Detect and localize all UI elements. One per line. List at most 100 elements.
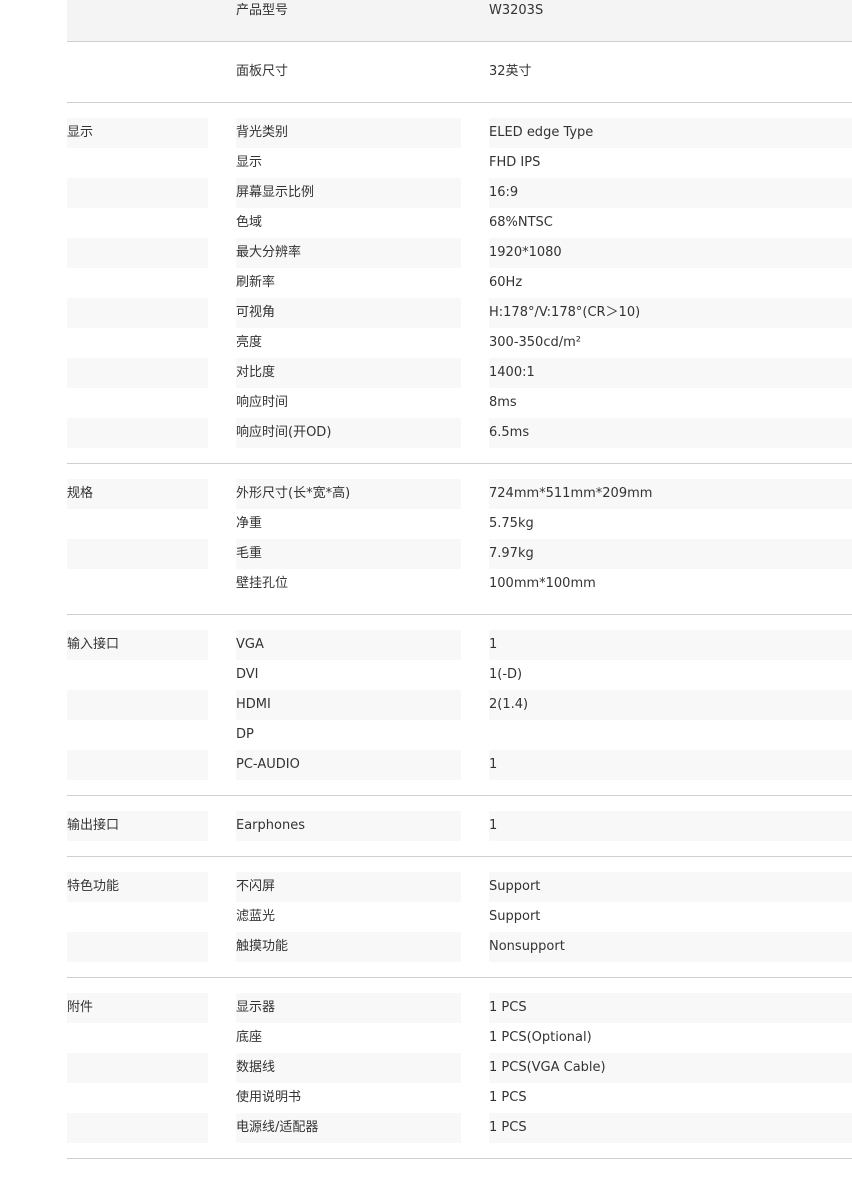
spec-row: 响应时间(开OD) 6.5ms <box>67 418 852 448</box>
spec-category: 显示 <box>67 118 208 148</box>
spec-name: 对比度 <box>236 358 461 388</box>
spec-value: 2(1.4) <box>489 690 852 720</box>
spec-row: 亮度 300-350cd/m² <box>67 328 852 358</box>
spec-value: 724mm*511mm*209mm <box>489 479 852 509</box>
spec-value: 7.97kg <box>489 539 852 569</box>
spec-row: 附件 显示器 1 PCS <box>67 993 852 1023</box>
spec-section: 产品型号 W3203S <box>67 0 852 42</box>
spec-section: 附件 显示器 1 PCS 底座 1 PCS(Optional) 数据线 1 PCS(VGA … <box>67 978 852 1159</box>
spec-value: Nonsupport <box>489 932 852 962</box>
spec-row: 屏幕显示比例 16:9 <box>67 178 852 208</box>
spec-value: 16:9 <box>489 178 852 208</box>
spec-row: DP <box>67 720 852 750</box>
spec-row: 滤蓝光 Support <box>67 902 852 932</box>
spec-row: 产品型号 W3203S <box>67 0 852 26</box>
spec-row: 面板尺寸 32英寸 <box>67 57 852 87</box>
spec-row: 壁挂孔位 100mm*100mm <box>67 569 852 599</box>
spec-row: 毛重 7.97kg <box>67 539 852 569</box>
spec-row: 净重 5.75kg <box>67 509 852 539</box>
spec-name: 显示器 <box>236 993 461 1023</box>
spec-category <box>67 932 208 962</box>
spec-category <box>67 1053 208 1083</box>
spec-name: DVI <box>236 667 259 682</box>
spec-category <box>67 720 208 750</box>
spec-name: 面板尺寸 <box>236 64 289 79</box>
spec-value: 1400:1 <box>489 358 852 388</box>
spec-value: 300-350cd/m² <box>489 335 581 350</box>
spec-category <box>67 660 208 690</box>
spec-value: 1 <box>489 811 852 841</box>
spec-row: 特色功能 不闪屏 Support <box>67 872 852 902</box>
spec-category <box>67 238 208 268</box>
spec-category <box>67 902 208 932</box>
spec-value: 1 PCS <box>489 1090 527 1105</box>
spec-row: 输入接口 VGA 1 <box>67 630 852 660</box>
spec-value <box>489 720 852 750</box>
spec-value: 1 PCS(VGA Cable) <box>489 1053 852 1083</box>
spec-category <box>67 569 208 599</box>
spec-row: 显示 背光类别 ELED edge Type <box>67 118 852 148</box>
spec-row: DVI 1(-D) <box>67 660 852 690</box>
spec-value: Support <box>489 872 852 902</box>
spec-name: DP <box>236 727 254 742</box>
spec-category <box>67 1083 208 1113</box>
spec-name: 响应时间(开OD) <box>236 418 461 448</box>
spec-name: 触摸功能 <box>236 932 461 962</box>
spec-category <box>67 358 208 388</box>
spec-name: 色域 <box>236 215 263 230</box>
spec-name: 壁挂孔位 <box>236 576 289 591</box>
spec-row: 对比度 1400:1 <box>67 358 852 388</box>
spec-row: PC-AUDIO 1 <box>67 750 852 780</box>
spec-name: 屏幕显示比例 <box>236 178 461 208</box>
spec-row: 色域 68%NTSC <box>67 208 852 238</box>
spec-name: HDMI <box>236 690 461 720</box>
spec-category <box>67 268 208 298</box>
spec-table: 产品型号 W3203S 面板尺寸 32英寸 显示 背光类别 ELED edge Type 显示… <box>67 0 852 1159</box>
spec-category: 附件 <box>67 993 208 1023</box>
spec-name: 数据线 <box>236 1053 461 1083</box>
spec-value: 32英寸 <box>489 64 532 79</box>
spec-row: HDMI 2(1.4) <box>67 690 852 720</box>
spec-name: 刷新率 <box>236 275 276 290</box>
spec-row: 规格 外形尺寸(长*宽*高) 724mm*511mm*209mm <box>67 479 852 509</box>
spec-name: 背光类别 <box>236 118 461 148</box>
spec-section: 规格 外形尺寸(长*宽*高) 724mm*511mm*209mm 净重 5.75kg 毛重… <box>67 464 852 615</box>
spec-name: PC-AUDIO <box>236 750 461 780</box>
spec-category <box>67 1023 208 1053</box>
spec-value: 68%NTSC <box>489 215 553 230</box>
spec-category <box>67 539 208 569</box>
spec-category <box>67 328 208 358</box>
spec-category <box>67 148 208 178</box>
spec-category: 输出接口 <box>67 811 208 841</box>
spec-name: 可视角 <box>236 298 461 328</box>
spec-category <box>67 0 208 26</box>
spec-name: 电源线/适配器 <box>236 1113 461 1143</box>
spec-section: 输入接口 VGA 1 DVI 1(-D) HDMI 2(1.4) DP PC-AUDIO 1 <box>67 615 852 796</box>
spec-name: 显示 <box>236 155 263 170</box>
spec-value: 1 PCS <box>489 1113 852 1143</box>
spec-row: 响应时间 8ms <box>67 388 852 418</box>
spec-name: 使用说明书 <box>236 1090 302 1105</box>
spec-value: 6.5ms <box>489 418 852 448</box>
spec-name: 亮度 <box>236 335 263 350</box>
spec-category <box>67 418 208 448</box>
spec-name: 毛重 <box>236 539 461 569</box>
spec-value: FHD IPS <box>489 155 541 170</box>
spec-section: 输出接口 Earphones 1 <box>67 796 852 857</box>
spec-row: 输出接口 Earphones 1 <box>67 811 852 841</box>
spec-category <box>67 298 208 328</box>
spec-name: 滤蓝光 <box>236 909 276 924</box>
spec-value: Support <box>489 909 541 924</box>
spec-row: 触摸功能 Nonsupport <box>67 932 852 962</box>
spec-value: 1 <box>489 630 852 660</box>
spec-name: 产品型号 <box>236 3 289 18</box>
spec-category <box>67 388 208 418</box>
spec-name: 外形尺寸(长*宽*高) <box>236 479 461 509</box>
spec-row: 电源线/适配器 1 PCS <box>67 1113 852 1143</box>
spec-name: VGA <box>236 630 461 660</box>
spec-value: 60Hz <box>489 275 523 290</box>
spec-value: 1 PCS(Optional) <box>489 1030 592 1045</box>
spec-category <box>67 690 208 720</box>
spec-row: 数据线 1 PCS(VGA Cable) <box>67 1053 852 1083</box>
spec-name: 底座 <box>236 1030 263 1045</box>
